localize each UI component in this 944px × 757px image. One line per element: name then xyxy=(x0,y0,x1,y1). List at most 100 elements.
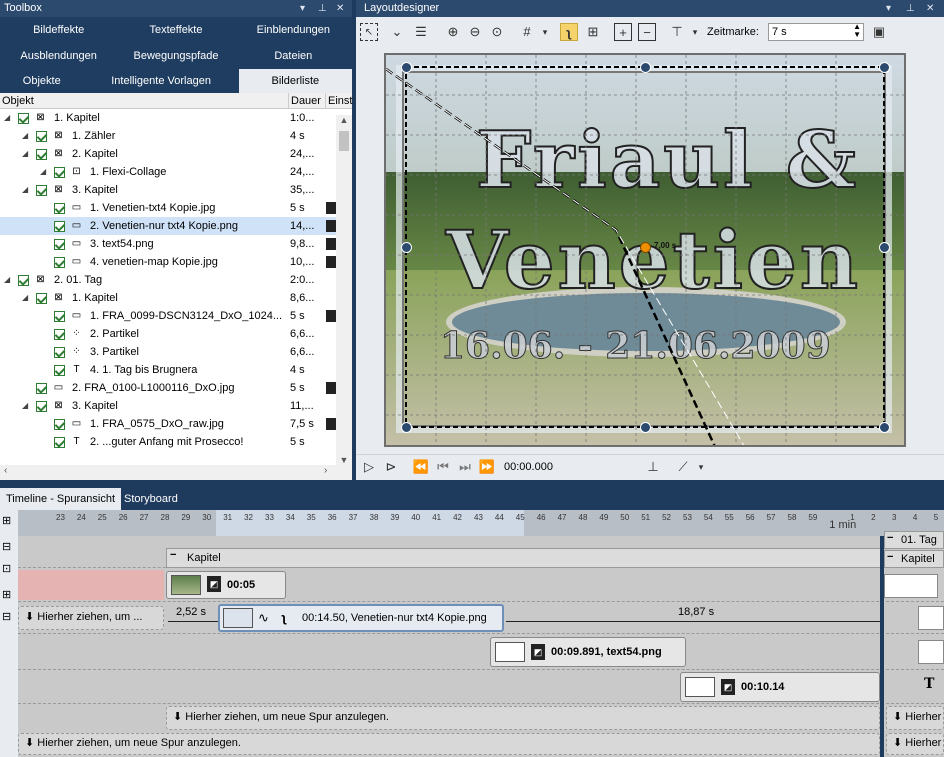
expand-icon[interactable]: ◢ xyxy=(22,127,28,145)
right-clip-icon-3[interactable] xyxy=(918,640,944,664)
zoom-out-icon[interactable]: ⊖ xyxy=(466,23,484,41)
tree-row[interactable]: ◢ ⊠ 1. Kapitel 8,6... xyxy=(0,289,336,307)
text-effect-icon[interactable]: T xyxy=(924,676,934,692)
tab-texteffekte[interactable]: Texteffekte xyxy=(117,17,234,43)
tree-row[interactable]: ▭ 3. text54.png 9,8... xyxy=(0,235,336,253)
visibility-checkbox[interactable] xyxy=(54,221,65,232)
expand-icon[interactable]: ◢ xyxy=(22,289,28,307)
close-icon[interactable]: ✕ xyxy=(336,0,344,17)
scroll-down-icon[interactable]: ▼ xyxy=(336,455,352,465)
anchor-point[interactable] xyxy=(640,242,651,253)
pin-icon[interactable]: ⊥ xyxy=(318,0,327,17)
expand-icon[interactable]: ◢ xyxy=(22,181,28,199)
next-icon[interactable]: ⏭ xyxy=(456,458,474,476)
scroll-left-icon[interactable]: ‹ xyxy=(4,465,7,476)
path-tool-icon[interactable]: ⌄ xyxy=(388,23,406,41)
scroll-right-icon[interactable]: › xyxy=(324,465,327,476)
resize-handle-mr[interactable] xyxy=(879,242,890,253)
tree-row[interactable]: ◢ ⊠ 2. 01. Tag 2:0... xyxy=(0,271,336,289)
timeline-ruler[interactable]: 23 24 25 26 27 28 29 30 31 32 33 34 35 36 37 38 39 40 41 42… xyxy=(18,510,944,536)
drop-zone-bottom[interactable]: ⬇ Hierher ziehen, um neue Spur anzulegen… xyxy=(18,733,880,755)
expand-icon[interactable]: ◢ xyxy=(40,163,46,181)
tree-row[interactable]: ▭ 2. Venetien-nur txt4 Kopie.png 14,... xyxy=(0,217,336,235)
tree-row[interactable]: ▭ 1. FRA_0099-DSCN3124_DxO_1024... 5 s xyxy=(0,307,336,325)
spinner-icon[interactable]: ▲ ▼ xyxy=(853,23,861,39)
visibility-checkbox[interactable] xyxy=(36,185,47,196)
tab-objekte[interactable]: Objekte xyxy=(0,69,84,93)
visibility-checkbox[interactable] xyxy=(36,383,47,394)
chapter-bar[interactable]: − Kapitel xyxy=(166,548,882,568)
drop-zone-right-2[interactable]: ⬇ Hierher xyxy=(886,733,944,755)
visibility-checkbox[interactable] xyxy=(36,293,47,304)
visibility-checkbox[interactable] xyxy=(36,131,47,142)
visibility-checkbox[interactable] xyxy=(54,329,65,340)
timeline-clip-1[interactable]: ◩ 00:05 xyxy=(166,571,286,599)
align-icon[interactable]: ⊤ xyxy=(668,23,686,41)
play-from-cursor-icon[interactable]: ⊳ xyxy=(382,458,400,476)
layout-canvas[interactable]: Friaul & Venetien 16.06. - 21.06.2009 7,… xyxy=(384,53,906,447)
chapter2-bar[interactable]: − 01. Tag xyxy=(884,531,944,549)
visibility-checkbox[interactable] xyxy=(54,437,65,448)
expand-icon[interactable]: ◢ xyxy=(22,397,28,415)
tree-row[interactable]: ⁘ 2. Partikel 6,6... xyxy=(0,325,336,343)
track-tool-icon[interactable]: ⊞ xyxy=(2,514,11,527)
drop-zone-inner[interactable]: ⬇ Hierher ziehen, um neue Spur anzulegen… xyxy=(166,706,880,730)
resize-handle-bl[interactable] xyxy=(401,422,412,433)
resize-handle-br[interactable] xyxy=(879,422,890,433)
pin-icon[interactable]: ⊥ xyxy=(906,0,915,17)
expand-icon[interactable]: ◢ xyxy=(22,145,28,163)
collapse-icon[interactable]: − xyxy=(887,532,893,544)
play-icon[interactable]: ▷ xyxy=(360,458,378,476)
camera-icon[interactable]: ⊞ xyxy=(584,23,602,41)
track-view-icon[interactable]: ⊞ xyxy=(2,588,11,601)
tree-row[interactable]: ◢ ⊠ 3. Kapitel 11,... xyxy=(0,397,336,415)
tree-row[interactable]: ⁘ 3. Partikel 6,6... xyxy=(0,343,336,361)
scroll-up-icon[interactable]: ▲ xyxy=(336,115,352,129)
dropdown-icon[interactable]: ▾ xyxy=(886,0,891,17)
tree-row[interactable]: ◢ ⊠ 3. Kapitel 35,... xyxy=(0,181,336,199)
previous-icon[interactable]: ⏮ xyxy=(434,458,452,476)
collapse-icon[interactable]: − xyxy=(887,551,893,563)
tab-bilderliste[interactable]: Bilderliste xyxy=(238,69,353,93)
path-options-icon[interactable]: ⟋ xyxy=(674,458,692,476)
visibility-checkbox[interactable] xyxy=(54,419,65,430)
align-dropdown-icon[interactable]: ▾ xyxy=(686,23,704,41)
expand-icon[interactable]: ◢ xyxy=(4,271,10,289)
drop-zone-short[interactable]: ⬇ Hierher ziehen, um ... xyxy=(18,606,164,630)
motion-path-icon[interactable]: ʅ xyxy=(560,23,578,41)
resize-handle-tl[interactable] xyxy=(401,62,412,73)
tab-ausblendungen[interactable]: Ausblendungen xyxy=(0,43,117,69)
visibility-checkbox[interactable] xyxy=(54,239,65,250)
layers-icon[interactable]: ☰ xyxy=(412,23,430,41)
column-dauer[interactable]: Dauer xyxy=(288,93,321,109)
right-clip-icon-1[interactable] xyxy=(884,574,938,598)
visibility-checkbox[interactable] xyxy=(54,203,65,214)
path-dropdown-icon[interactable]: ▾ xyxy=(692,458,710,476)
forward-icon[interactable]: ⏩ xyxy=(478,458,496,476)
tab-bewegungspfade[interactable]: Bewegungspfade xyxy=(117,43,234,69)
close-icon[interactable]: ✕ xyxy=(926,0,934,17)
tree-scrollbar[interactable]: ▲ ▼ xyxy=(336,115,352,465)
tab-storyboard[interactable]: Storyboard xyxy=(118,488,184,510)
tab-dateien[interactable]: Dateien xyxy=(235,43,352,69)
column-objekt[interactable]: Objekt xyxy=(2,93,34,109)
add-keyframe-icon[interactable]: + xyxy=(614,23,632,41)
track-group-icon[interactable]: ⊟ xyxy=(2,610,11,623)
select-tool-icon[interactable]: ↖ xyxy=(360,23,378,41)
resize-handle-ml[interactable] xyxy=(401,242,412,253)
preview-icon[interactable]: ⊥ xyxy=(644,458,662,476)
tree-row[interactable]: ▭ 4. venetien-map Kopie.jpg 10,... xyxy=(0,253,336,271)
remove-keyframe-icon[interactable]: − xyxy=(638,23,656,41)
expand-icon[interactable]: ◢ xyxy=(4,109,10,127)
visibility-checkbox[interactable] xyxy=(36,401,47,412)
tree-row[interactable]: ◢ ⊠ 1. Zähler 4 s xyxy=(0,127,336,145)
visibility-checkbox[interactable] xyxy=(54,365,65,376)
resize-handle-tr[interactable] xyxy=(879,62,890,73)
visibility-checkbox[interactable] xyxy=(18,113,29,124)
visibility-checkbox[interactable] xyxy=(36,149,47,160)
zoom-fit-icon[interactable]: ⊙ xyxy=(488,23,506,41)
tree-row[interactable]: T 2. ...guter Anfang mit Prosecco! 5 s xyxy=(0,433,336,451)
tree-row[interactable]: ◢ ⊠ 2. Kapitel 24,... xyxy=(0,145,336,163)
dropdown-icon[interactable]: ▾ xyxy=(300,0,305,17)
collapse-icon[interactable]: − xyxy=(170,549,176,561)
